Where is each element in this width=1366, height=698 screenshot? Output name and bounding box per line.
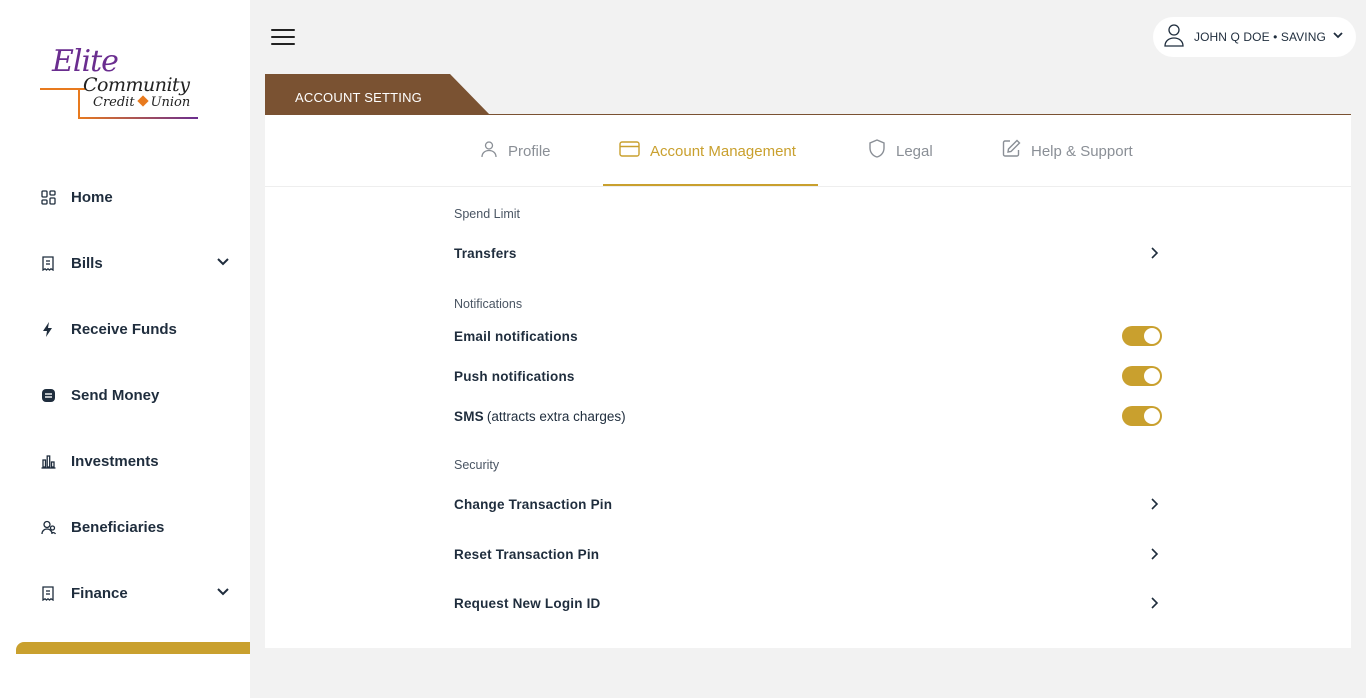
sms-notifications-row: SMS (attracts extra charges) [454, 401, 1162, 431]
sms-notifications-toggle[interactable] [1122, 406, 1162, 426]
section-title-spend-limit: Spend Limit [454, 207, 521, 221]
toggle-knob [1144, 328, 1160, 344]
push-notifications-row: Push notifications [454, 361, 1162, 391]
chevron-right-icon[interactable] [1148, 246, 1162, 265]
sidebar-item-label: Send Money [71, 386, 160, 404]
user-account-label: JOHN Q DOE • SAVING [1194, 30, 1326, 44]
email-notifications-row: Email notifications [454, 321, 1162, 351]
settings-tabs: Profile Account Management Legal Help & … [265, 115, 1351, 187]
chevron-down-icon [1332, 28, 1344, 46]
section-title-security: Security [454, 458, 500, 472]
chevron-right-icon[interactable] [1148, 547, 1162, 566]
user-icon [480, 140, 498, 163]
chevron-down-icon[interactable] [216, 255, 230, 274]
logo-text-credit-union: Credit Union [93, 95, 190, 110]
logo-text-union: Union [150, 95, 191, 110]
change-transaction-pin-label: Change Transaction Pin [454, 496, 613, 512]
page-title: ACCOUNT SETTING [295, 90, 422, 105]
transfers-label: Transfers [454, 245, 517, 261]
receipt-icon [40, 585, 56, 601]
sidebar-item-send-money[interactable]: Send Money [0, 375, 250, 415]
sidebar-item-finance[interactable]: Finance [0, 573, 250, 613]
sms-label: SMS [454, 408, 484, 424]
sidebar-item-receive-funds[interactable]: Receive Funds [0, 309, 250, 349]
sidebar-item-home[interactable]: Home [0, 177, 250, 217]
user-avatar-icon [1163, 23, 1185, 52]
users-icon [40, 519, 56, 535]
sidebar-item-label: Receive Funds [71, 320, 177, 338]
email-notifications-label: Email notifications [454, 328, 578, 344]
home-grid-icon [40, 189, 56, 205]
chevron-right-icon[interactable] [1148, 497, 1162, 516]
menu-toggle-button[interactable] [271, 29, 295, 45]
tab-label: Legal [896, 142, 933, 160]
sidebar-item-settings-active[interactable] [16, 642, 250, 654]
sidebar-item-label: Finance [71, 584, 128, 602]
tab-profile[interactable]: Profile [480, 115, 551, 187]
logo-text-credit: Credit [93, 95, 135, 110]
sidebar-item-label: Beneficiaries [71, 518, 165, 536]
sidebar-item-beneficiaries[interactable]: Beneficiaries [0, 507, 250, 547]
hamburger-line [271, 43, 295, 45]
toggle-knob [1144, 408, 1160, 424]
logo-accent-line [78, 117, 198, 119]
brand-logo[interactable]: Elite Community Credit Union [38, 44, 203, 126]
sidebar: Elite Community Credit Union Home Bills R… [0, 0, 250, 698]
hamburger-line [271, 36, 295, 38]
tab-account-management[interactable]: Account Management [619, 115, 796, 187]
sms-charges-note: (attracts extra charges) [486, 408, 626, 424]
account-settings-card: ACCOUNT SETTING Profile Account Manageme… [265, 74, 1351, 648]
sidebar-item-label: Home [71, 188, 113, 206]
sidebar-item-label: Investments [71, 452, 159, 470]
card-icon [619, 140, 640, 162]
money-icon [40, 387, 56, 403]
card-header: ACCOUNT SETTING [265, 74, 1351, 115]
logo-text-community: Community [83, 74, 190, 96]
active-tab-indicator [603, 184, 818, 186]
logo-diamond-icon [136, 95, 149, 107]
push-notifications-label: Push notifications [454, 368, 575, 384]
request-new-login-id-row[interactable]: Request New Login ID [454, 588, 1162, 618]
receipt-icon [40, 255, 56, 271]
hamburger-line [271, 29, 295, 31]
tab-label: Profile [508, 142, 551, 160]
user-account-menu[interactable]: JOHN Q DOE • SAVING [1153, 17, 1356, 57]
request-new-login-id-label: Request New Login ID [454, 595, 601, 611]
push-notifications-toggle[interactable] [1122, 366, 1162, 386]
chevron-right-icon[interactable] [1148, 596, 1162, 615]
tab-label: Account Management [650, 142, 796, 160]
logo-accent-line [78, 88, 80, 118]
transfers-row[interactable]: Transfers [454, 238, 1162, 268]
chevron-down-icon[interactable] [216, 585, 230, 604]
bolt-icon [40, 321, 56, 337]
sidebar-item-bills[interactable]: Bills [0, 243, 250, 283]
reset-transaction-pin-label: Reset Transaction Pin [454, 546, 600, 562]
sidebar-item-investments[interactable]: Investments [0, 441, 250, 481]
sidebar-item-label: Bills [71, 254, 103, 272]
shield-icon [868, 139, 886, 163]
email-notifications-toggle[interactable] [1122, 326, 1162, 346]
tab-legal[interactable]: Legal [868, 115, 933, 187]
reset-transaction-pin-row[interactable]: Reset Transaction Pin [454, 539, 1162, 569]
section-title-notifications: Notifications [454, 297, 523, 311]
toggle-knob [1144, 368, 1160, 384]
edit-icon [1002, 139, 1021, 163]
tab-help-support[interactable]: Help & Support [1002, 115, 1133, 187]
bar-chart-icon [40, 453, 56, 469]
change-transaction-pin-row[interactable]: Change Transaction Pin [454, 489, 1162, 519]
tab-label: Help & Support [1031, 142, 1133, 160]
